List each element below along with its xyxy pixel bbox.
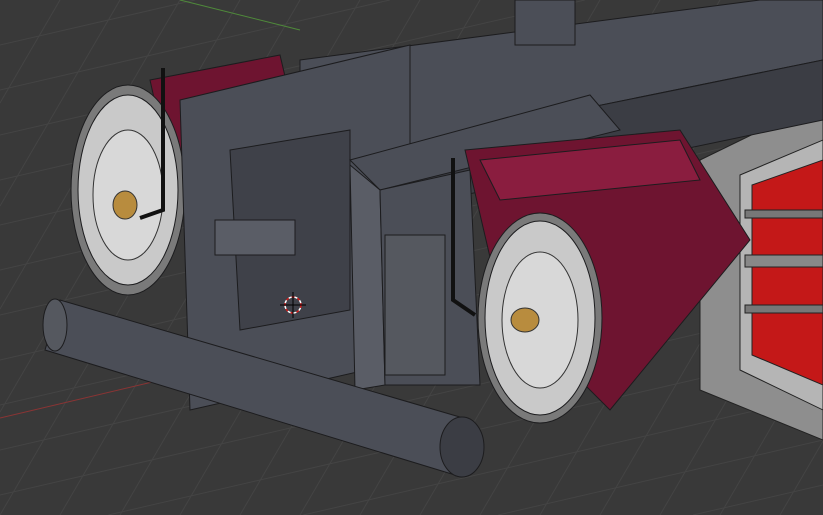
grid-line	[498, 439, 823, 515]
axle-rod	[744, 254, 823, 268]
y-axis-line	[179, 0, 301, 31]
grid-line	[692, 484, 823, 515]
axle-rod	[744, 304, 823, 314]
3d-viewport[interactable]	[0, 0, 823, 515]
viewport-canvas[interactable]	[0, 0, 823, 515]
left-brass-fitting	[112, 190, 138, 220]
axle-rod	[744, 209, 823, 219]
right-brass-fitting	[510, 307, 540, 333]
grid-line	[779, 440, 823, 515]
